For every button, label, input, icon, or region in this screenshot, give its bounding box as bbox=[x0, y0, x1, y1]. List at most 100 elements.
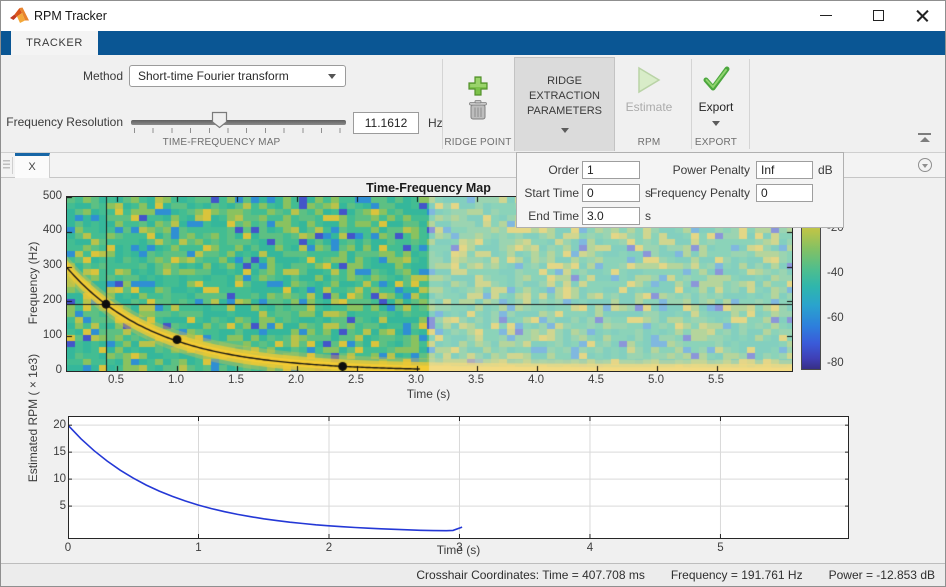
order-input[interactable] bbox=[582, 161, 640, 179]
maximize-icon bbox=[873, 10, 884, 21]
colorbar-tick: -80 bbox=[827, 357, 844, 369]
spec-xtick: 3.0 bbox=[408, 374, 424, 386]
slider-thumb[interactable] bbox=[211, 111, 228, 134]
circled-down-arrow-icon bbox=[922, 164, 928, 168]
play-icon bbox=[633, 65, 663, 95]
trash-icon bbox=[468, 99, 488, 121]
ridge-extraction-parameters-button[interactable]: RIDGE EXTRACTION PARAMETERS bbox=[514, 57, 615, 151]
close-icon bbox=[916, 9, 929, 22]
figure-panel: Time-Frequency Map Frequency (Hz) Time (… bbox=[1, 178, 945, 563]
status-crosshair-time: Crosshair Coordinates: Time = 407.708 ms bbox=[416, 568, 644, 582]
plus-icon bbox=[467, 75, 489, 97]
status-bar: Crosshair Coordinates: Time = 407.708 ms… bbox=[1, 563, 945, 586]
delete-ridge-point-button[interactable] bbox=[468, 99, 488, 126]
spec-ytick: 400 bbox=[34, 224, 62, 236]
spec-ytick: 200 bbox=[34, 294, 62, 306]
rpm-ytick: 10 bbox=[38, 473, 66, 485]
ribbon-toolbar: Method Short-time Fourier transform Freq… bbox=[1, 55, 945, 153]
rpm-xtick: 1 bbox=[195, 542, 201, 554]
minimize-button[interactable] bbox=[809, 1, 843, 30]
export-button[interactable]: Export bbox=[691, 59, 741, 141]
rpm-ytick: 20 bbox=[38, 419, 66, 431]
window-title: RPM Tracker bbox=[34, 9, 107, 23]
rpm-plot bbox=[68, 416, 849, 539]
add-ridge-point-button[interactable] bbox=[467, 75, 489, 102]
rpm-xtick: 3 bbox=[456, 542, 462, 554]
chevron-down-icon bbox=[328, 74, 336, 79]
freq-resolution-input[interactable] bbox=[353, 112, 419, 134]
tab-tracker[interactable]: TRACKER bbox=[11, 31, 98, 55]
spec-xtick: 1.0 bbox=[168, 374, 184, 386]
minimize-icon bbox=[820, 15, 832, 16]
section-label-ridge-point: RIDGE POINT bbox=[442, 137, 514, 148]
spec-xtick: 0.5 bbox=[108, 374, 124, 386]
method-label: Method bbox=[3, 69, 123, 83]
spec-xtick: 5.5 bbox=[708, 374, 724, 386]
rpm-ytick: 5 bbox=[38, 500, 66, 512]
status-power: Power = -12.853 dB bbox=[829, 568, 935, 582]
app-window: RPM Tracker TRACKER Method Short-time Fo… bbox=[0, 0, 946, 587]
rpm-xtick: 5 bbox=[717, 542, 723, 554]
spec-ytick: 0 bbox=[34, 364, 62, 376]
end-time-label: End Time bbox=[519, 207, 579, 225]
section-label-export: EXPORT bbox=[683, 137, 749, 148]
start-time-label: Start Time bbox=[519, 184, 579, 202]
close-button[interactable] bbox=[905, 1, 939, 30]
maximize-button[interactable] bbox=[861, 1, 895, 30]
rpm-xtick: 4 bbox=[587, 542, 593, 554]
spectrogram-xlabel: Time (s) bbox=[66, 387, 791, 401]
spec-xtick: 2.0 bbox=[288, 374, 304, 386]
checkmark-icon bbox=[702, 65, 730, 93]
spec-xtick: 4.5 bbox=[588, 374, 604, 386]
matlab-logo-icon bbox=[10, 7, 29, 29]
rpm-xtick: 2 bbox=[326, 542, 332, 554]
method-value: Short-time Fourier transform bbox=[138, 69, 289, 83]
rpm-xtick: 0 bbox=[65, 542, 71, 554]
tab-x[interactable]: X bbox=[15, 153, 50, 178]
collapse-ribbon-icon bbox=[918, 133, 931, 135]
freq-resolution-label: Frequency Resolution bbox=[1, 115, 123, 129]
end-time-input[interactable] bbox=[582, 207, 640, 225]
power-penalty-unit: dB bbox=[818, 161, 833, 179]
chevron-down-icon bbox=[712, 121, 720, 126]
ridge-params-line2: EXTRACTION bbox=[515, 89, 614, 104]
estimate-button[interactable] bbox=[633, 65, 663, 100]
colorbar-tick: -60 bbox=[827, 312, 844, 324]
end-time-unit: s bbox=[645, 207, 651, 225]
section-label-tfmap: TIME-FREQUENCY MAP bbox=[1, 137, 442, 148]
spec-xtick: 4.0 bbox=[528, 374, 544, 386]
spec-ytick: 100 bbox=[34, 329, 62, 341]
spec-xtick: 3.5 bbox=[468, 374, 484, 386]
freq-resolution-slider[interactable] bbox=[131, 120, 346, 125]
panel-menu-button[interactable] bbox=[918, 158, 932, 172]
spec-ytick: 500 bbox=[34, 190, 62, 202]
power-penalty-label: Power Penalty bbox=[645, 161, 750, 179]
start-time-input[interactable] bbox=[582, 184, 640, 202]
export-label: Export bbox=[691, 100, 741, 114]
estimate-label: Estimate bbox=[615, 100, 683, 114]
spec-ytick: 300 bbox=[34, 259, 62, 271]
power-penalty-input[interactable] bbox=[756, 161, 813, 179]
frequency-penalty-input[interactable] bbox=[756, 184, 813, 202]
ridge-params-line1: RIDGE bbox=[515, 74, 614, 89]
grip-icon[interactable] bbox=[3, 157, 13, 174]
collapse-ribbon-button[interactable] bbox=[918, 133, 931, 142]
title-bar: RPM Tracker bbox=[1, 1, 945, 31]
rpm-ytick: 15 bbox=[38, 446, 66, 458]
colorbar-tick: -40 bbox=[827, 267, 844, 279]
status-frequency: Frequency = 191.761 Hz bbox=[671, 568, 803, 582]
section-label-rpm: RPM bbox=[615, 137, 683, 148]
spec-xtick: 5.0 bbox=[648, 374, 664, 386]
chevron-down-icon bbox=[561, 128, 569, 133]
toolstrip-header: TRACKER bbox=[1, 31, 945, 55]
spectrogram-ylabel: Frequency (Hz) bbox=[26, 233, 40, 333]
order-label: Order bbox=[519, 161, 579, 179]
spec-xtick: 1.5 bbox=[228, 374, 244, 386]
frequency-penalty-label: Frequency Penalty bbox=[645, 184, 750, 202]
method-dropdown[interactable]: Short-time Fourier transform bbox=[129, 65, 346, 87]
spec-xtick: 2.5 bbox=[348, 374, 364, 386]
ridge-parameters-popup: Order Power Penalty dB Start Time s Freq… bbox=[516, 152, 844, 228]
freq-resolution-unit: Hz bbox=[428, 116, 443, 130]
ridge-params-line3: PARAMETERS bbox=[515, 104, 614, 119]
slider-ticks bbox=[134, 128, 341, 133]
